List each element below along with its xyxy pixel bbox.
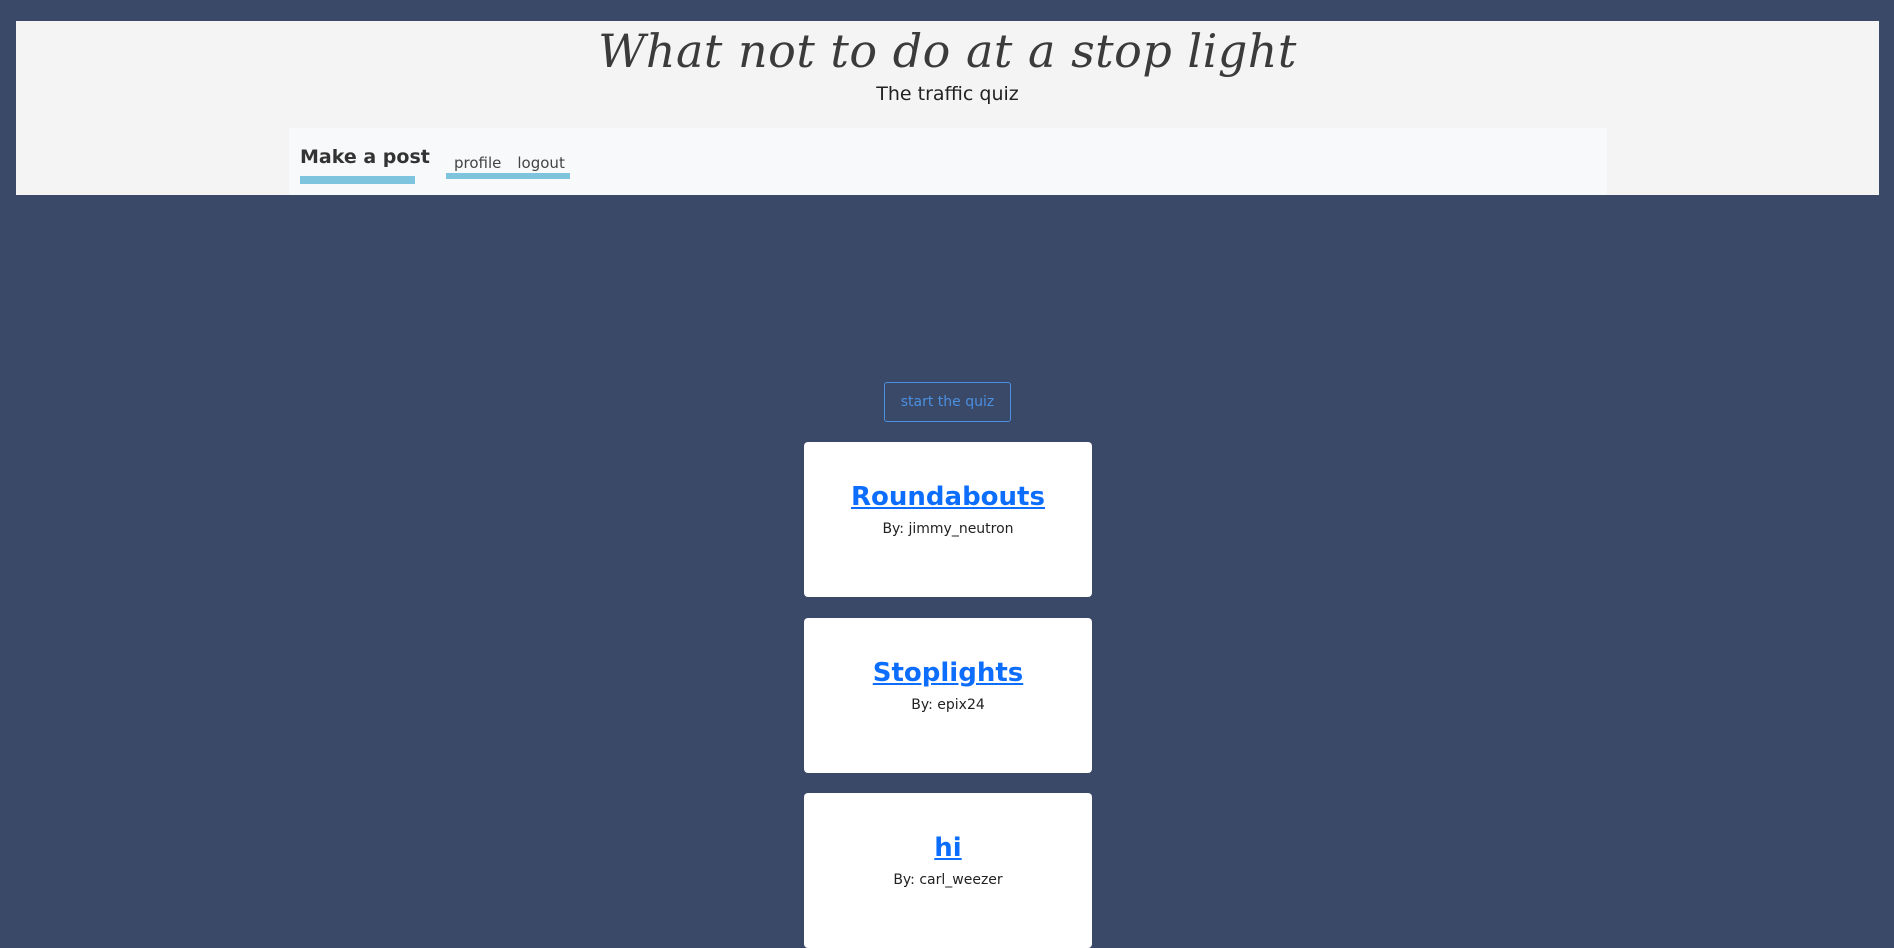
start-quiz-button[interactable]: start the quiz [884,382,1011,422]
nav-links-underline [446,173,570,179]
post-card: hi By: carl_weezer [804,793,1092,948]
post-title-link[interactable]: hi [804,830,1092,866]
post-author: By: carl_weezer [893,872,1003,888]
post-title-link[interactable]: Stoplights [804,655,1092,691]
site-header: What not to do at a stop light The traff… [16,21,1879,195]
post-author: By: epix24 [911,697,985,713]
logout-link[interactable]: logout [509,152,572,174]
make-a-post-link[interactable]: Make a post [300,144,430,170]
navbar: Make a post profile logout [289,128,1607,195]
brand-underline [300,176,415,184]
site-title: What not to do at a stop light [598,24,1297,78]
post-card: Roundabouts By: jimmy_neutron [804,442,1092,597]
post-author: By: jimmy_neutron [882,521,1014,537]
site-subtitle: The traffic quiz [876,83,1019,105]
profile-link[interactable]: profile [446,152,509,174]
post-title-link[interactable]: Roundabouts [804,479,1092,515]
post-card: Stoplights By: epix24 [804,618,1092,773]
